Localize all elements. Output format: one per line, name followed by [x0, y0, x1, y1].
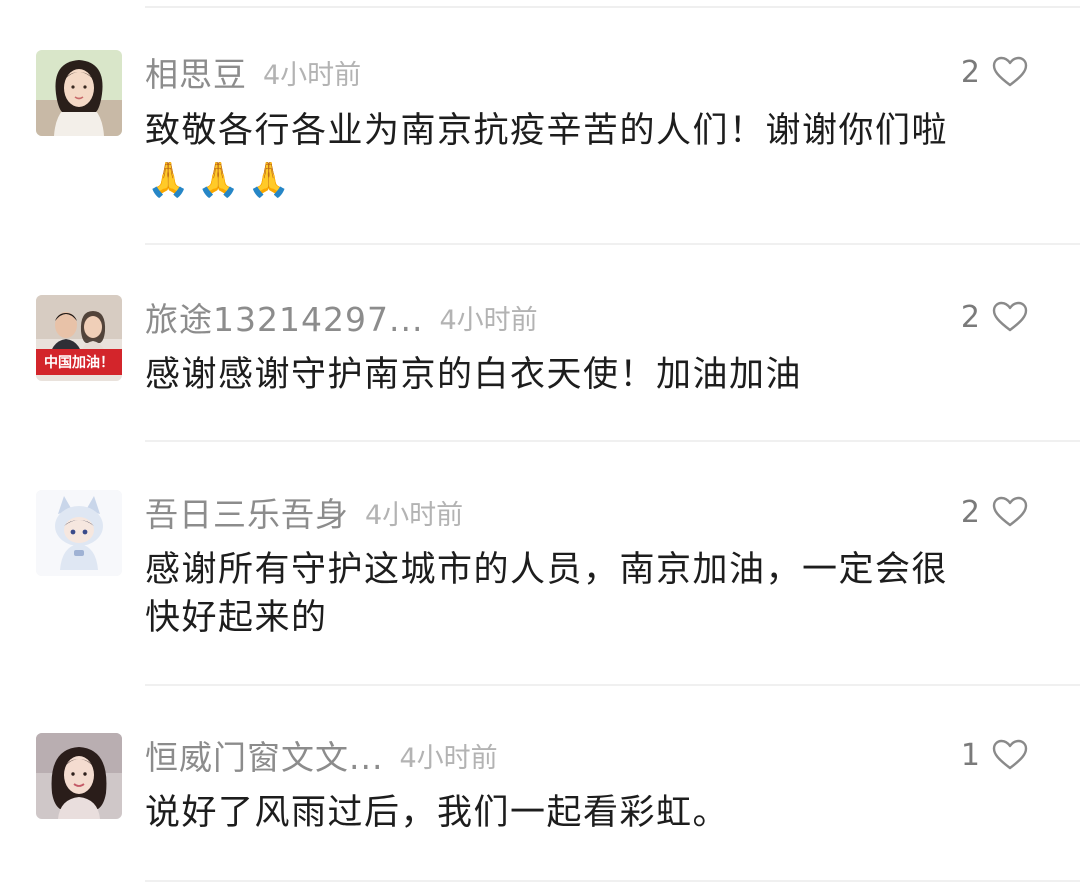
heart-icon[interactable] — [992, 739, 1028, 771]
praying-hands-emoji: 🙏 — [197, 160, 240, 200]
praying-hands-emoji: 🙏 — [247, 160, 291, 200]
avatar[interactable] — [36, 50, 122, 136]
avatar-badge: 中国加油！ — [44, 354, 114, 371]
comment-text: 致敬各行各业为南京抗疫辛苦的人们！谢谢你们啦 — [145, 111, 949, 151]
top-divider — [145, 6, 1080, 8]
comment-text: 感谢感谢守护南京的白衣天使！加油加油 — [145, 355, 803, 395]
heart-icon[interactable] — [992, 56, 1028, 88]
comment-divider — [145, 880, 1080, 882]
username[interactable]: 旅途13214297... — [145, 293, 423, 341]
comment-header: 相思豆 4小时前 — [145, 50, 361, 94]
like-count: 2 — [960, 54, 980, 90]
comment-divider — [145, 684, 1080, 686]
timestamp: 4小时前 — [365, 499, 464, 531]
heart-icon[interactable] — [992, 301, 1028, 333]
comment-header: 吾日三乐吾身 4小时前 — [145, 490, 463, 534]
like-count: 2 — [960, 299, 980, 335]
username[interactable]: 相思豆 — [145, 48, 247, 96]
comment-header: 旅途13214297... 4小时前 — [145, 295, 538, 339]
timestamp: 4小时前 — [439, 304, 538, 336]
comment-text-line: 感谢所有守护这城市的人员，南京加油，一定会很 — [145, 550, 949, 590]
avatar[interactable] — [36, 733, 122, 819]
couple-photo-icon: 中国加油！ — [36, 295, 122, 381]
comment-divider — [145, 243, 1080, 245]
like-count: 1 — [960, 737, 980, 773]
woman-portrait-icon — [36, 733, 122, 819]
comment-text-line: 快好起来的 — [145, 598, 328, 638]
comment-header: 恒威门窗文文... 4小时前 — [145, 733, 498, 777]
woman-portrait-icon — [36, 50, 122, 136]
like-button[interactable]: 2 — [961, 295, 1028, 339]
anime-cat-hood-icon — [36, 490, 122, 576]
like-button[interactable]: 1 — [961, 733, 1028, 777]
like-count: 2 — [960, 494, 980, 530]
emoji-row: 🙏 🙏 🙏 — [147, 160, 290, 200]
like-button[interactable]: 2 — [961, 50, 1028, 94]
comment-text: 说好了风雨过后，我们一起看彩虹。 — [145, 793, 730, 833]
praying-hands-emoji: 🙏 — [147, 160, 190, 200]
avatar[interactable] — [36, 490, 122, 576]
username[interactable]: 恒威门窗文文... — [145, 731, 383, 779]
comment-divider — [145, 440, 1080, 442]
avatar[interactable]: 中国加油！ — [36, 295, 122, 381]
like-button[interactable]: 2 — [961, 490, 1028, 534]
comment-text: 感谢所有守护这城市的人员，南京加油，一定会很 快好起来的 — [145, 546, 1035, 642]
username[interactable]: 吾日三乐吾身 — [145, 488, 349, 536]
timestamp: 4小时前 — [263, 59, 362, 91]
timestamp: 4小时前 — [399, 742, 498, 774]
heart-icon[interactable] — [992, 496, 1028, 528]
